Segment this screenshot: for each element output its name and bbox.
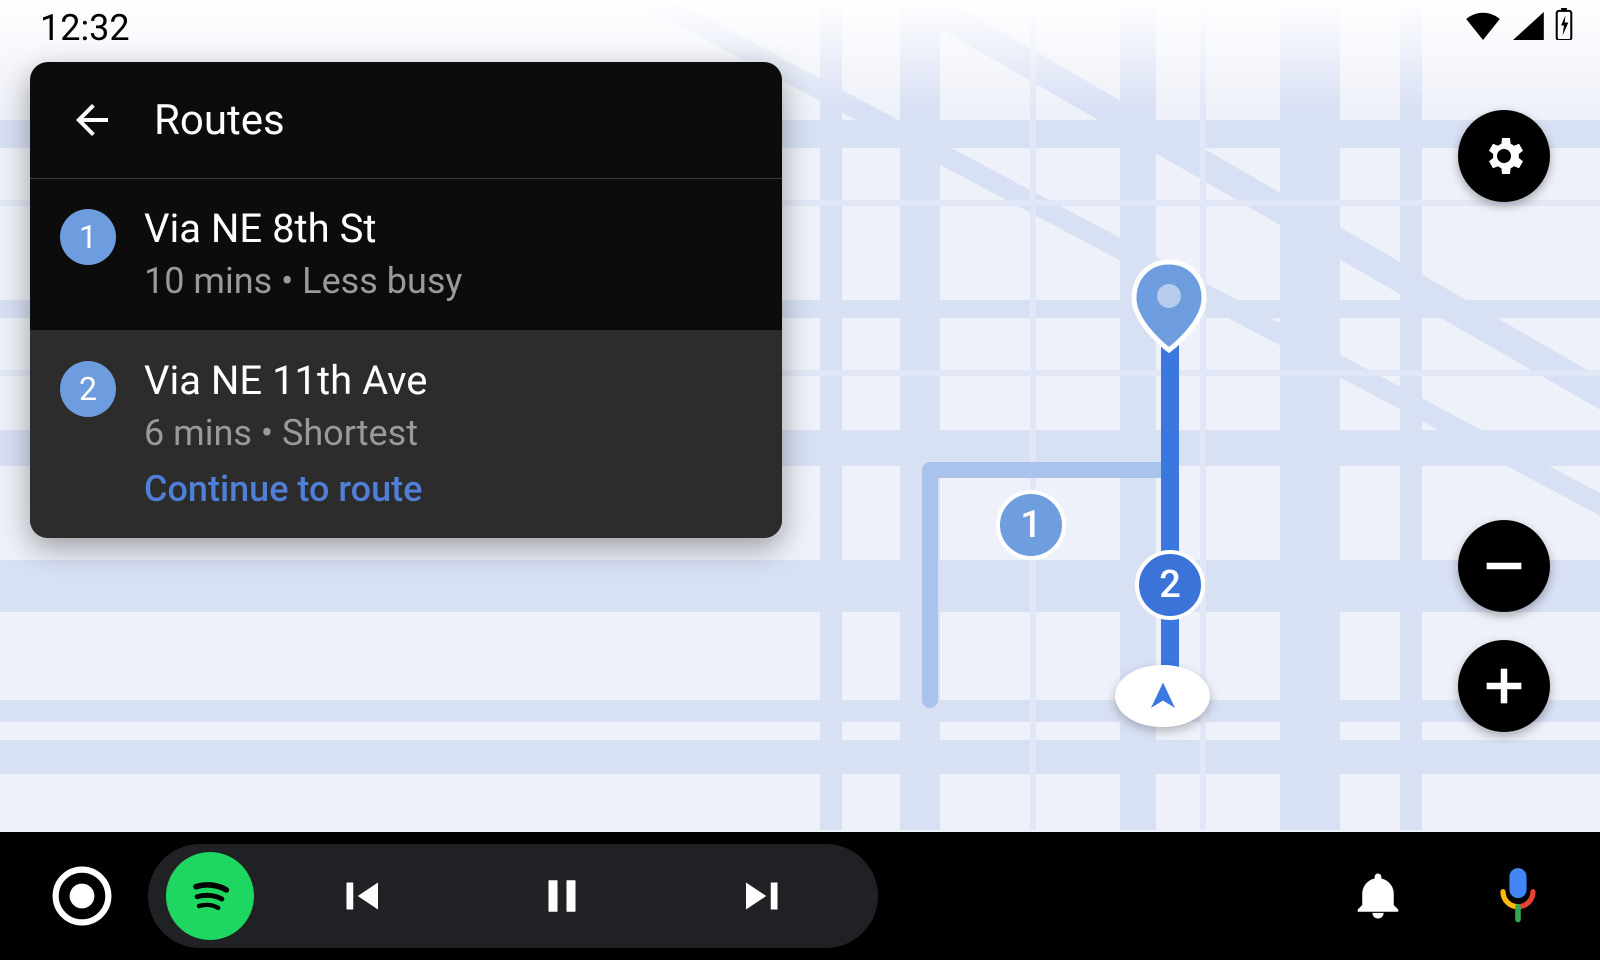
skip-previous-icon: [333, 869, 387, 923]
wifi-icon: [1466, 7, 1500, 49]
notifications-button[interactable]: [1338, 856, 1418, 936]
map-route-marker-label: 1: [1020, 503, 1042, 547]
back-button[interactable]: [64, 92, 120, 148]
battery-charging-icon: [1554, 7, 1574, 49]
route-item-title: Via NE 11th Ave: [144, 357, 428, 404]
status-bar: 12:32: [0, 0, 1600, 56]
gear-icon: [1480, 132, 1528, 180]
plus-icon: [1478, 660, 1530, 712]
route-item-subtitle: 10 mins • Less busy: [144, 260, 462, 302]
voice-assistant-button[interactable]: [1478, 856, 1558, 936]
media-control-pill: [148, 844, 878, 948]
continue-to-route-link[interactable]: Continue to route: [144, 468, 428, 510]
system-bottom-bar: [0, 832, 1600, 960]
launcher-icon: [51, 865, 113, 927]
media-next-button[interactable]: [668, 844, 860, 948]
route-badge: 2: [60, 361, 116, 417]
cell-signal-icon: [1510, 7, 1544, 49]
mic-icon: [1492, 866, 1544, 926]
route-badge: 1: [60, 209, 116, 265]
current-location-marker: [1115, 665, 1210, 727]
route-item[interactable]: 1 Via NE 8th St 10 mins • Less busy: [30, 179, 782, 330]
media-previous-button[interactable]: [264, 844, 456, 948]
launcher-button[interactable]: [42, 856, 122, 936]
bell-icon: [1351, 869, 1405, 923]
route-item-subtitle: 6 mins • Shortest: [144, 412, 428, 454]
status-time: 12:32: [40, 7, 130, 49]
map-route-marker-2[interactable]: 2: [1135, 550, 1205, 620]
zoom-out-button[interactable]: [1458, 520, 1550, 612]
destination-pin: [1130, 258, 1208, 358]
map-route-marker-label: 2: [1159, 563, 1181, 607]
pause-icon: [535, 869, 589, 923]
music-app-button[interactable]: [166, 852, 254, 940]
arrow-left-icon: [68, 96, 116, 144]
minus-icon: [1478, 540, 1530, 592]
map-route-marker-1[interactable]: 1: [996, 490, 1066, 560]
spotify-icon: [182, 868, 238, 924]
zoom-in-button[interactable]: [1458, 640, 1550, 732]
settings-button[interactable]: [1458, 110, 1550, 202]
route-item-title: Via NE 8th St: [144, 205, 462, 252]
routes-title: Routes: [154, 96, 285, 145]
media-pause-button[interactable]: [466, 844, 658, 948]
routes-panel: Routes 1 Via NE 8th St 10 mins • Less bu…: [30, 62, 782, 538]
skip-next-icon: [737, 869, 791, 923]
route-item[interactable]: 2 Via NE 11th Ave 6 mins • Shortest Cont…: [30, 330, 782, 538]
